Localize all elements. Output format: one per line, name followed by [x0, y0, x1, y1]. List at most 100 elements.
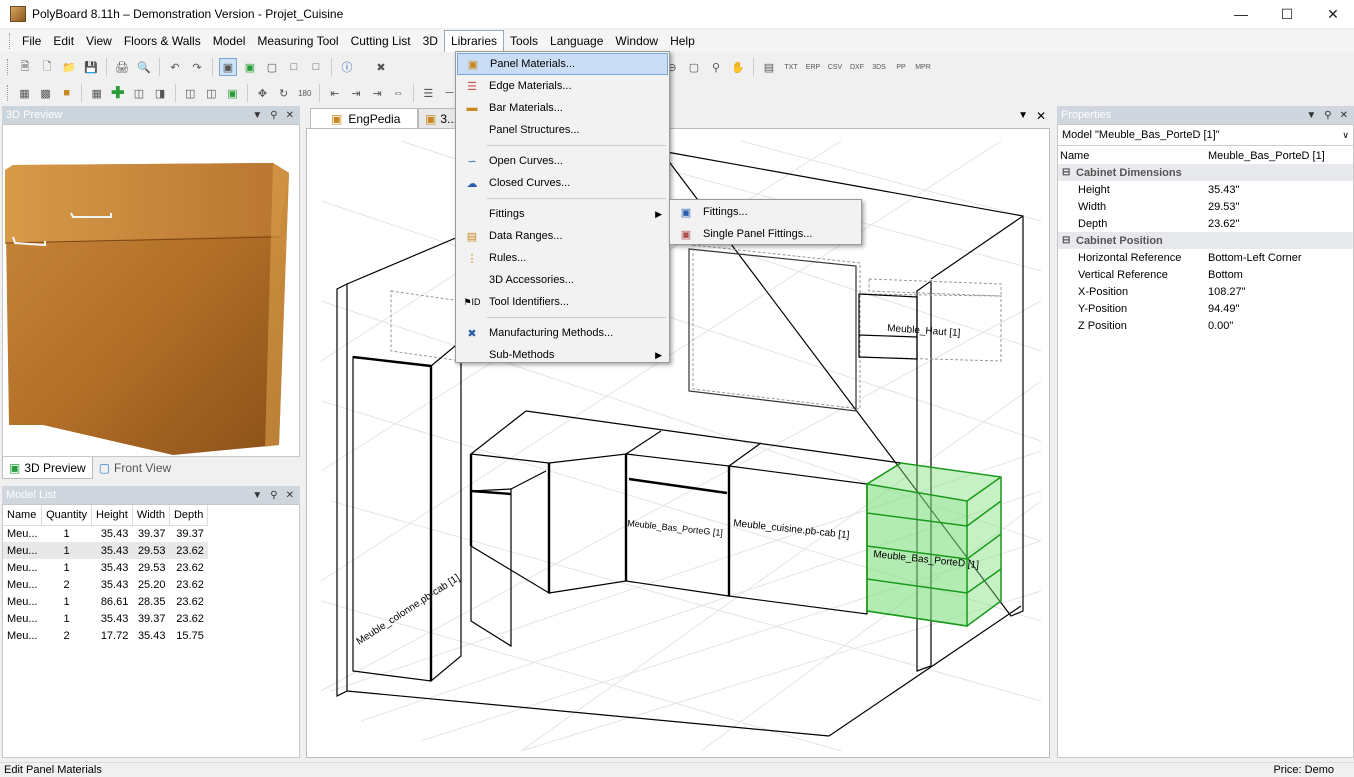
document-close-icon[interactable]: ✕ — [1036, 109, 1046, 123]
edge-icon[interactable]: ■ — [58, 84, 75, 102]
info-icon[interactable]: ⓘ — [338, 58, 356, 76]
export-mpr-icon[interactable]: MPR — [914, 58, 932, 76]
tab-document-2[interactable]: ▣ 3... — [418, 108, 458, 128]
panel-close-icon[interactable]: ✕ — [286, 110, 294, 121]
menu-item-panel-materials[interactable]: ▣ Panel Materials... — [457, 53, 668, 75]
align-right-icon[interactable]: ⇥ — [347, 84, 364, 102]
align-icon[interactable]: ⇥ — [369, 84, 386, 102]
preview-viewport[interactable] — [2, 124, 300, 457]
table-row[interactable]: Meu... 1 86.61 28.35 23.62 — [3, 593, 208, 610]
prop-height-value[interactable]: 35.43" — [1208, 184, 1353, 196]
dropdown-icon[interactable]: ▼ — [252, 490, 262, 501]
align-left-icon[interactable]: ⇤ — [326, 84, 343, 102]
prop-y-value[interactable]: 94.49" — [1208, 303, 1353, 315]
table-row[interactable]: Meu... 2 17.72 35.43 15.75 — [3, 627, 208, 644]
checker-icon[interactable]: ▩ — [37, 84, 54, 102]
pan-hand-icon[interactable]: ✋ — [729, 58, 747, 76]
prop-x-value[interactable]: 108.27" — [1208, 286, 1353, 298]
dropdown-icon[interactable]: ▼ — [252, 110, 262, 121]
new-model-icon[interactable]: 🗋 — [38, 58, 56, 76]
collapse-icon[interactable]: ⊟ — [1058, 167, 1076, 178]
add-icon[interactable]: ✚ — [109, 84, 126, 102]
category-cabinet-position[interactable]: ⊟ Cabinet Position — [1058, 232, 1353, 249]
cube-outline-icon[interactable]: □ — [285, 58, 303, 76]
menu-libraries[interactable]: Libraries — [443, 30, 504, 52]
rotate-icon[interactable]: ↻ — [275, 84, 292, 102]
minimize-button[interactable]: — — [1218, 0, 1264, 28]
tab-list-icon[interactable]: ▼ — [1018, 110, 1028, 121]
export-3ds-icon[interactable]: 3DS — [870, 58, 888, 76]
menu-window[interactable]: Window — [609, 32, 664, 50]
column-header[interactable]: Width — [132, 505, 170, 526]
export-dxf-icon[interactable]: DXF — [848, 58, 866, 76]
zoom-extents-icon[interactable]: ▢ — [685, 58, 703, 76]
export-txt-icon[interactable]: TXT — [782, 58, 800, 76]
panel-close-icon[interactable]: ✕ — [1340, 110, 1348, 121]
dropdown-icon[interactable]: ▼ — [1306, 110, 1316, 121]
menu-item-tool-identifiers[interactable]: ⚑ID Tool Identifiers... — [457, 291, 668, 313]
close-button[interactable]: ✕ — [1310, 0, 1354, 28]
table-row[interactable]: Meu... 1 35.43 39.37 23.62 — [3, 610, 208, 627]
menu-item-sub-methods[interactable]: Sub-Methods ▶ — [457, 344, 668, 366]
pin-icon[interactable]: ⚲ — [1324, 110, 1331, 121]
menu-3d[interactable]: 3D — [417, 32, 444, 50]
pin-icon[interactable]: ⚲ — [270, 110, 277, 121]
export-pp-icon[interactable]: PP — [892, 58, 910, 76]
table-row[interactable]: Meu... 1 35.43 39.37 39.37 — [3, 525, 208, 542]
menu-item-bar-materials[interactable]: ▬ Bar Materials... — [457, 97, 668, 119]
menu-edit[interactable]: Edit — [47, 32, 80, 50]
menu-item-panel-structures[interactable]: Panel Structures... — [457, 119, 668, 141]
menu-item-data-ranges[interactable]: ▤ Data Ranges... — [457, 225, 668, 247]
menu-item-edge-materials[interactable]: ☰ Edge Materials... — [457, 75, 668, 97]
menu-item-closed-curves[interactable]: ☁ Closed Curves... — [457, 172, 668, 194]
prop-z-value[interactable]: 0.00" — [1208, 320, 1353, 332]
material-icon[interactable]: ▦ — [16, 84, 33, 102]
column-header[interactable]: Height — [91, 505, 133, 526]
tools-icon[interactable]: ✖ — [372, 58, 390, 76]
maximize-button[interactable]: ☐ — [1264, 0, 1310, 28]
column-header[interactable]: Depth — [169, 505, 209, 526]
cabinet2-icon[interactable]: ◫ — [203, 84, 220, 102]
print-icon[interactable]: 🖨 — [113, 58, 131, 76]
cube-green-icon[interactable]: ▣ — [241, 58, 259, 76]
menu-item-rules[interactable]: ⋮ Rules... — [457, 247, 668, 269]
redo-icon[interactable]: ↷ — [188, 58, 206, 76]
rotate-180-icon[interactable]: 180 — [296, 84, 313, 102]
menu-floors-walls[interactable]: Floors & Walls — [118, 32, 207, 50]
export-erp-icon[interactable]: ERP — [804, 58, 822, 76]
prop-vref-value[interactable]: Bottom — [1208, 269, 1353, 281]
undo-icon[interactable]: ↶ — [166, 58, 184, 76]
menu-item-fittings[interactable]: Fittings ▶ — [457, 203, 668, 225]
menu-help[interactable]: Help — [664, 32, 701, 50]
category-cabinet-dimensions[interactable]: ⊟ Cabinet Dimensions — [1058, 164, 1353, 181]
table-row[interactable]: Meu... 1 35.43 29.53 23.62 — [3, 559, 208, 576]
menu-item-3d-accessories[interactable]: 3D Accessories... — [457, 269, 668, 291]
panel-close-icon[interactable]: ✕ — [286, 490, 294, 501]
menu-cutting-list[interactable]: Cutting List — [345, 32, 417, 50]
save-icon[interactable]: 💾 — [82, 58, 100, 76]
delete-panel-icon[interactable]: ◨ — [152, 84, 169, 102]
cube-wire-icon[interactable]: □ — [307, 58, 325, 76]
menu-language[interactable]: Language — [544, 32, 609, 50]
menu-item-single-panel-fittings[interactable]: ▣ Single Panel Fittings... — [671, 223, 860, 245]
move-icon[interactable]: ✥ — [254, 84, 271, 102]
model-selector[interactable]: Model "Meuble_Bas_PorteD [1]" ∨ — [1058, 125, 1353, 146]
menu-view[interactable]: View — [80, 32, 118, 50]
prop-width-value[interactable]: 29.53" — [1208, 201, 1353, 213]
tab-engpedia[interactable]: ▣ EngPedia — [310, 108, 418, 128]
menu-model[interactable]: Model — [207, 32, 252, 50]
menu-item-manufacturing-methods[interactable]: ✖ Manufacturing Methods... — [457, 322, 668, 344]
tab-front-view[interactable]: ▢ Front View — [93, 457, 177, 479]
menu-item-fittings-library[interactable]: ▣ Fittings... — [671, 201, 860, 223]
tab-3d-preview[interactable]: ▣ 3D Preview — [2, 457, 93, 479]
column-header[interactable]: Name — [3, 505, 43, 526]
collapse-icon[interactable]: ⊟ — [1058, 235, 1076, 246]
prop-depth-value[interactable]: 23.62" — [1208, 218, 1353, 230]
pin-icon[interactable]: ⚲ — [270, 490, 277, 501]
menu-tools[interactable]: Tools — [504, 32, 544, 50]
cabinet-green-icon[interactable]: ▣ — [224, 84, 241, 102]
grid-icon[interactable]: ▦ — [88, 84, 105, 102]
export-list-icon[interactable]: ▤ — [760, 58, 778, 76]
prop-href-value[interactable]: Bottom-Left Corner — [1208, 252, 1353, 264]
menu-item-open-curves[interactable]: ∽ Open Curves... — [457, 150, 668, 172]
